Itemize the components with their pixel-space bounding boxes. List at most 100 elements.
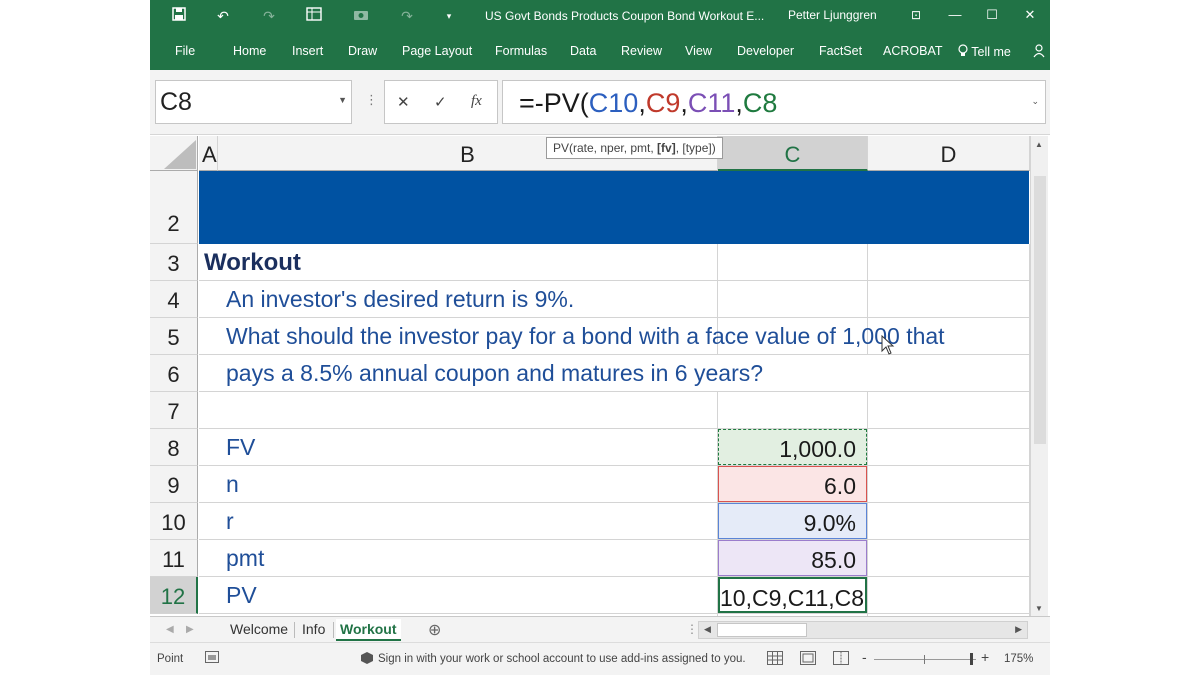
customize-toolbar-icon[interactable]: ▾ (442, 6, 456, 26)
row-header-2[interactable]: 2 (150, 171, 198, 244)
formula-token: =-PV( (519, 88, 589, 118)
scroll-right-icon[interactable]: ▶ (1015, 624, 1022, 635)
row-header-6[interactable]: 6 (150, 355, 198, 392)
label-r[interactable]: r (226, 508, 234, 535)
tab-file[interactable]: File (175, 44, 195, 58)
tab-view[interactable]: View (685, 44, 712, 58)
minimize-button[interactable]: — (940, 4, 970, 26)
row-header-7[interactable]: 7 (150, 392, 198, 429)
label-fv[interactable]: FV (226, 434, 255, 461)
maximize-button[interactable]: ☐ (977, 4, 1007, 26)
problem-line-3[interactable]: pays a 8.5% annual coupon and matures in… (226, 360, 763, 387)
formula-token: , (735, 88, 743, 118)
ribbon-display-icon[interactable]: ⊡ (901, 4, 931, 26)
row-header-10[interactable]: 10 (150, 503, 198, 540)
close-button[interactable]: ✕ (1015, 4, 1045, 26)
column-header-c[interactable]: C (718, 136, 868, 171)
add-sheet-icon[interactable]: ⊕ (428, 620, 441, 640)
cell-c8-fv[interactable]: 1,000.0 (718, 429, 867, 465)
page-break-view-icon[interactable] (833, 651, 849, 668)
label-n[interactable]: n (226, 471, 239, 498)
row-header-4[interactable]: 4 (150, 281, 198, 318)
save-icon[interactable] (168, 6, 190, 26)
workout-heading[interactable]: Workout (204, 249, 301, 277)
gridline (867, 392, 868, 616)
zoom-slider-thumb[interactable] (970, 653, 973, 665)
camera-icon[interactable] (350, 6, 372, 26)
tab-draw[interactable]: Draw (348, 44, 377, 58)
next-sheet-icon[interactable]: ▶ (186, 624, 194, 635)
row-header-3[interactable]: 3 (150, 244, 198, 281)
gridline (199, 354, 1030, 355)
zoom-level[interactable]: 175% (1004, 653, 1033, 665)
tab-divider (333, 622, 334, 638)
select-all-corner[interactable] (150, 136, 198, 171)
cell-c12-pv-editing[interactable]: 10,C9,C11,C8 (718, 577, 867, 613)
undo-icon[interactable]: ↶ (212, 6, 234, 26)
chevron-down-icon[interactable]: ▼ (338, 95, 347, 105)
scroll-up-icon[interactable]: ▲ (1035, 140, 1043, 149)
row-header-9[interactable]: 9 (150, 466, 198, 503)
label-pmt[interactable]: pmt (226, 545, 264, 572)
title-bar: ↶ ↷ ↷ ▾ US Govt Bonds Products Coupon Bo… (150, 0, 1050, 32)
share-icon[interactable] (1033, 44, 1045, 61)
problem-line-2[interactable]: What should the investor pay for a bond … (226, 323, 945, 350)
tab-review[interactable]: Review (621, 44, 662, 58)
row-header-5[interactable]: 5 (150, 318, 198, 355)
signin-message[interactable]: Sign in with your work or school account… (378, 653, 746, 665)
zoom-slider[interactable] (874, 653, 976, 665)
sheet-tab-welcome[interactable]: Welcome (230, 621, 288, 637)
table-icon[interactable] (303, 6, 325, 26)
zoom-out-icon[interactable]: - (862, 649, 867, 665)
formula-token: , (680, 88, 688, 118)
vertical-scrollbar[interactable]: ▲ ▼ (1030, 136, 1048, 616)
window-title: US Govt Bonds Products Coupon Bond Worko… (485, 9, 765, 23)
row-header-11[interactable]: 11 (150, 540, 198, 577)
gridline (199, 465, 1030, 466)
cell-c9-n[interactable]: 6.0 (718, 466, 867, 502)
tell-me-box[interactable]: Tell me (958, 44, 1011, 59)
expand-formula-bar-icon[interactable]: ⌄ (1031, 96, 1039, 107)
cell-c10-r[interactable]: 9.0% (718, 503, 867, 539)
normal-view-icon[interactable] (767, 651, 783, 668)
gridline (199, 428, 1030, 429)
zoom-in-icon[interactable]: + (981, 649, 989, 665)
redo-alt-icon[interactable]: ↷ (396, 6, 418, 26)
page-layout-view-icon[interactable] (800, 651, 816, 668)
problem-line-1[interactable]: An investor's desired return is 9%. (226, 286, 574, 313)
gridline (199, 280, 1030, 281)
hscroll-thumb[interactable] (717, 623, 807, 637)
tab-insert[interactable]: Insert (292, 44, 323, 58)
formula-input[interactable]: =-PV(C10,C9,C11,C8 ⌄ (502, 80, 1046, 124)
sheet-tab-workout[interactable]: Workout (336, 619, 401, 641)
tab-page-layout[interactable]: Page Layout (402, 44, 472, 58)
horizontal-scrollbar[interactable]: ◀ ▶ (698, 621, 1028, 639)
tab-split-handle-icon[interactable]: ⋮ (686, 622, 698, 636)
cell-c11-pmt[interactable]: 85.0 (718, 540, 867, 576)
row-header-12[interactable]: 12 (150, 577, 198, 614)
enter-icon[interactable]: ✓ (434, 93, 447, 111)
user-name[interactable]: Petter Ljunggren (788, 8, 877, 22)
sheet-tab-info[interactable]: Info (302, 621, 325, 637)
tab-formulas[interactable]: Formulas (495, 44, 547, 58)
tab-factset[interactable]: FactSet (819, 44, 862, 58)
tab-data[interactable]: Data (570, 44, 596, 58)
scroll-down-icon[interactable]: ▼ (1035, 604, 1043, 613)
scroll-thumb[interactable] (1034, 176, 1046, 444)
function-tooltip[interactable]: PV(rate, nper, pmt, [fv], [type]) (546, 137, 723, 159)
cancel-icon[interactable]: ✕ (397, 93, 410, 111)
tab-developer[interactable]: Developer (737, 44, 794, 58)
resize-handle-icon[interactable]: ⋮ (365, 92, 378, 108)
name-box[interactable]: C8 ▼ (155, 80, 352, 124)
column-header-a[interactable]: A (199, 136, 218, 171)
row-header-8[interactable]: 8 (150, 429, 198, 466)
scroll-left-icon[interactable]: ◀ (704, 624, 711, 635)
tab-acrobat[interactable]: ACROBAT (883, 44, 943, 58)
tab-home[interactable]: Home (233, 44, 266, 58)
column-header-d[interactable]: D (868, 136, 1030, 171)
insert-function-icon[interactable]: fx (471, 93, 482, 110)
macro-record-icon[interactable] (205, 651, 219, 666)
label-pv[interactable]: PV (226, 582, 257, 609)
prev-sheet-icon[interactable]: ◀ (166, 624, 174, 635)
redo-icon[interactable]: ↷ (258, 6, 280, 26)
